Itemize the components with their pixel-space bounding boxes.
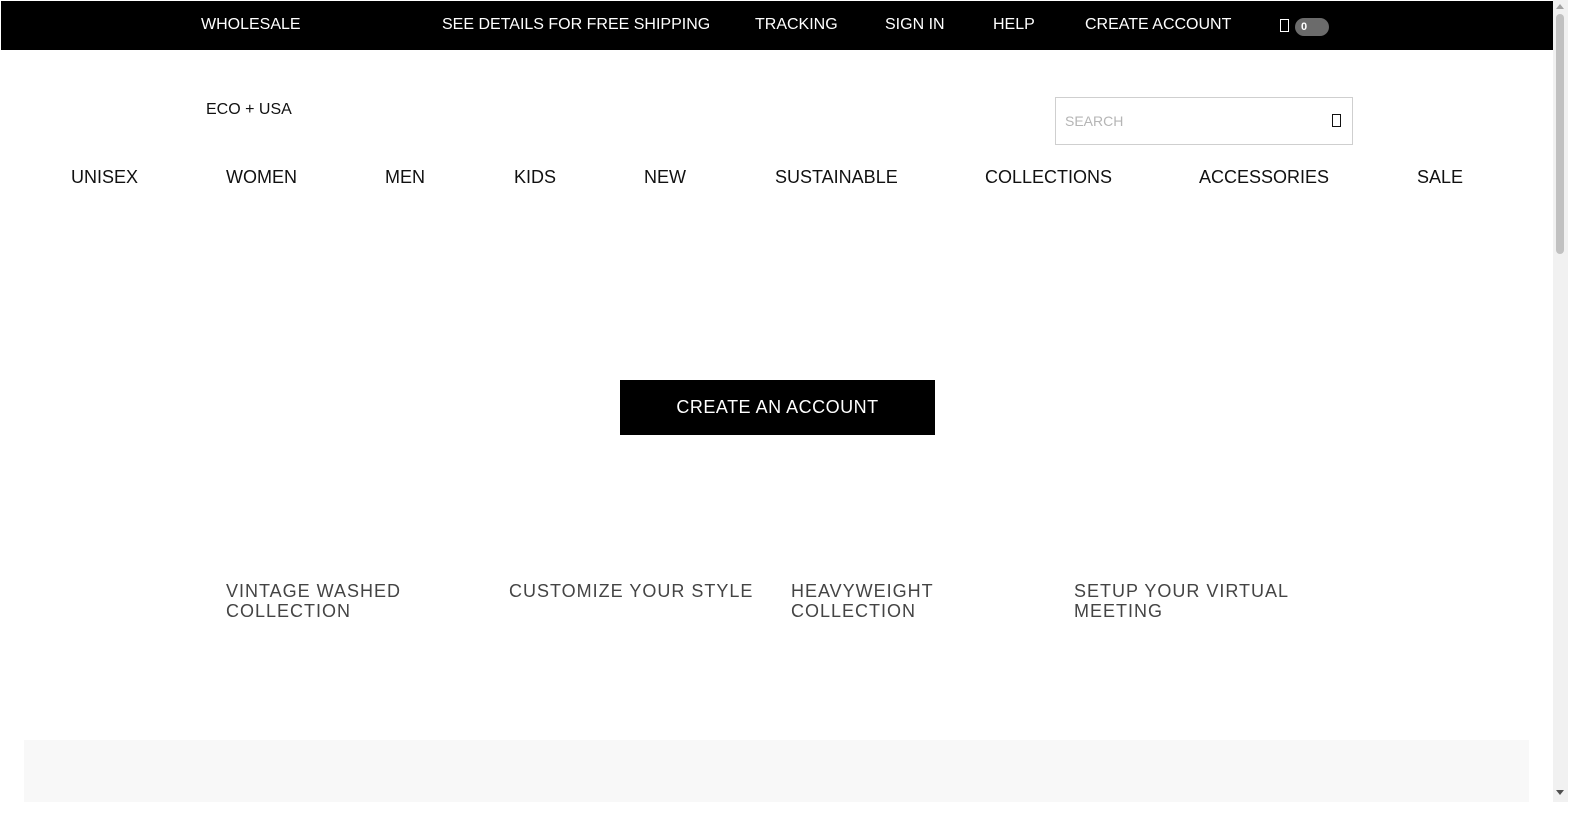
- nav-item-kids[interactable]: KIDS: [514, 167, 556, 187]
- search-box: [1055, 97, 1353, 145]
- top-utility-bar: WHOLESALE SEE DETAILS FOR FREE SHIPPING …: [1, 1, 1553, 50]
- nav-item-collections[interactable]: COLLECTIONS: [985, 167, 1112, 187]
- nav-item-accessories[interactable]: ACCESSORIES: [1199, 167, 1329, 187]
- wholesale-link[interactable]: WHOLESALE: [201, 16, 301, 34]
- help-link[interactable]: HELP: [993, 16, 1035, 34]
- nav-item-new[interactable]: NEW: [644, 167, 686, 187]
- shopping-bag-icon: [1280, 19, 1289, 32]
- nav-item-sustainable[interactable]: SUSTAINABLE: [775, 167, 898, 187]
- nav-item-men[interactable]: MEN: [385, 167, 425, 187]
- promo-virtual-meeting[interactable]: SETUP YOUR VIRTUAL MEETING: [1074, 581, 1314, 621]
- footer-band: [24, 740, 1529, 802]
- search-input[interactable]: [1065, 111, 1315, 131]
- tracking-link[interactable]: TRACKING: [755, 16, 838, 34]
- promo-vintage-washed[interactable]: VINTAGE WASHED COLLECTION: [226, 581, 476, 621]
- sign-in-link[interactable]: SIGN IN: [885, 16, 945, 34]
- nav-item-women[interactable]: WOMEN: [226, 167, 297, 187]
- vertical-scrollbar[interactable]: [1553, 0, 1568, 802]
- promo-customize-style[interactable]: CUSTOMIZE YOUR STYLE: [509, 581, 759, 601]
- shopping-bag-button[interactable]: 0: [1280, 18, 1340, 38]
- nav-item-sale[interactable]: SALE: [1417, 167, 1463, 187]
- scroll-up-arrow-icon[interactable]: [1556, 4, 1564, 9]
- search-icon[interactable]: [1332, 114, 1341, 127]
- nav-item-unisex[interactable]: UNISEX: [71, 167, 138, 187]
- scroll-thumb[interactable]: [1556, 14, 1564, 254]
- bag-count-badge: 0: [1295, 18, 1329, 36]
- scroll-down-arrow-icon[interactable]: [1556, 790, 1564, 795]
- free-shipping-link[interactable]: SEE DETAILS FOR FREE SHIPPING: [442, 16, 710, 34]
- promo-heavyweight[interactable]: HEAVYWEIGHT COLLECTION: [791, 581, 1011, 621]
- create-account-link[interactable]: CREATE ACCOUNT: [1085, 16, 1231, 34]
- create-an-account-button[interactable]: CREATE AN ACCOUNT: [620, 380, 935, 435]
- locale-selector[interactable]: ECO + USA: [206, 101, 292, 119]
